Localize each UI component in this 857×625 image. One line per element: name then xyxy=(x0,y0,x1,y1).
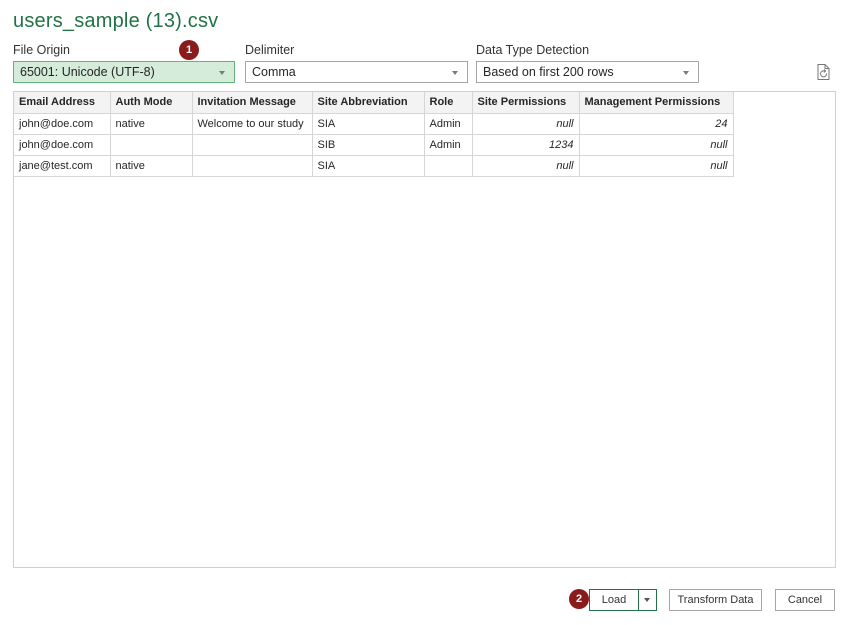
table-row: john@doe.com native Welcome to our study… xyxy=(14,113,734,135)
file-origin-select[interactable]: 65001: Unicode (UTF-8) xyxy=(13,61,235,83)
chevron-down-icon xyxy=(219,71,225,75)
table-cell: SIB xyxy=(312,134,425,156)
chevron-down-icon xyxy=(452,71,458,75)
table-cell: native xyxy=(110,155,193,177)
table-cell xyxy=(110,134,193,156)
table-cell: Welcome to our study xyxy=(192,113,313,135)
delimiter-label: Delimiter xyxy=(245,43,295,57)
cancel-button[interactable]: Cancel xyxy=(775,589,835,611)
table-cell xyxy=(192,134,313,156)
table-cell: Admin xyxy=(424,134,473,156)
table-cell: null xyxy=(579,155,734,177)
load-options-button[interactable] xyxy=(638,589,657,611)
table-cell: Admin xyxy=(424,113,473,135)
table-row: john@doe.com SIB Admin 1234 null xyxy=(14,134,734,156)
table-cell: null xyxy=(472,113,580,135)
chevron-down-icon xyxy=(683,71,689,75)
table-cell: SIA xyxy=(312,155,425,177)
table-header-row: Email Address Auth Mode Invitation Messa… xyxy=(14,92,734,114)
delimiter-select[interactable]: Comma xyxy=(245,61,468,83)
table-cell: SIA xyxy=(312,113,425,135)
delimiter-value: Comma xyxy=(252,65,296,79)
load-button[interactable]: Load xyxy=(589,589,639,611)
table-cell xyxy=(424,155,473,177)
data-type-detection-select[interactable]: Based on first 200 rows xyxy=(476,61,699,83)
data-type-detection-label: Data Type Detection xyxy=(476,43,590,57)
step-badge-1: 1 xyxy=(179,40,199,60)
table-cell: john@doe.com xyxy=(14,134,111,156)
table-cell: null xyxy=(579,134,734,156)
table-cell: john@doe.com xyxy=(14,113,111,135)
file-origin-value: 65001: Unicode (UTF-8) xyxy=(20,65,155,79)
table-cell xyxy=(192,155,313,177)
column-header: Site Abbreviation xyxy=(312,92,425,114)
file-origin-label: File Origin xyxy=(13,43,70,57)
column-header: Email Address xyxy=(14,92,111,114)
table-cell: native xyxy=(110,113,193,135)
preview-table: Email Address Auth Mode Invitation Messa… xyxy=(14,92,734,177)
table-cell: jane@test.com xyxy=(14,155,111,177)
data-type-detection-value: Based on first 200 rows xyxy=(483,65,614,79)
column-header: Auth Mode xyxy=(110,92,193,114)
table-cell: 24 xyxy=(579,113,734,135)
dialog-title: users_sample (13).csv xyxy=(13,10,219,32)
table-cell: 1234 xyxy=(472,134,580,156)
data-preview-pane[interactable]: Email Address Auth Mode Invitation Messa… xyxy=(13,91,836,568)
column-header: Management Permissions xyxy=(579,92,734,114)
transform-data-button[interactable]: Transform Data xyxy=(669,589,762,611)
column-header: Role xyxy=(424,92,473,114)
table-row: jane@test.com native SIA null null xyxy=(14,155,734,177)
table-cell: null xyxy=(472,155,580,177)
refresh-document-icon[interactable] xyxy=(815,63,833,81)
column-header: Invitation Message xyxy=(192,92,313,114)
step-badge-2: 2 xyxy=(569,589,589,609)
chevron-down-icon xyxy=(644,598,650,602)
column-header: Site Permissions xyxy=(472,92,580,114)
